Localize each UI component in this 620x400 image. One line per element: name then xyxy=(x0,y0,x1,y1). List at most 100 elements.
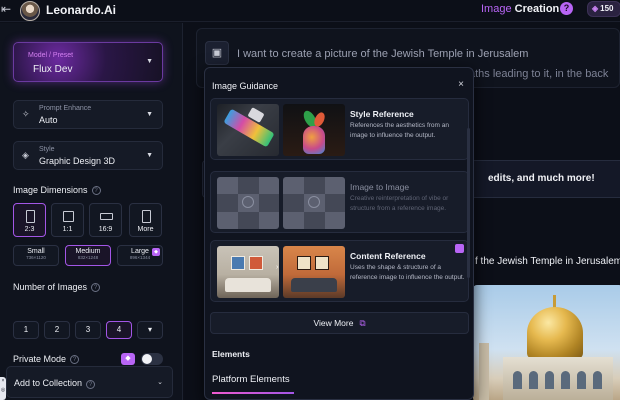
quality-name: Small xyxy=(27,248,45,255)
image-dimensions-heading: Image Dimensions? xyxy=(13,185,101,195)
model-preset-selector[interactable]: Model / Preset Flux Dev ▼ xyxy=(13,42,163,82)
option-title: Image to Image xyxy=(350,182,410,192)
brand-name[interactable]: Leonardo.Ai xyxy=(46,3,116,17)
num-images-more-button[interactable]: ▾ xyxy=(137,321,163,339)
dimension-label: 1:1 xyxy=(62,226,73,233)
option-description: References the aesthetics from an image … xyxy=(350,122,449,139)
model-preset-label: Model / Preset xyxy=(28,52,74,59)
prompt-enhance-selector[interactable]: ✧ Prompt Enhance Auto ▼ xyxy=(13,100,163,129)
style-reference-thumb-1 xyxy=(217,104,279,156)
num-images-1[interactable]: 1 xyxy=(13,321,39,339)
elements-heading: Elements xyxy=(212,349,250,359)
mode-title-image: Image xyxy=(481,3,512,15)
help-icon[interactable]: ? xyxy=(91,186,101,195)
disabled-icon xyxy=(242,196,254,208)
add-to-collection[interactable]: Add to Collection? ⌄ xyxy=(6,366,173,398)
quality-size: 832×1248 xyxy=(77,255,99,260)
chevron-down-icon: ▼ xyxy=(146,58,153,65)
style-icon: ◈ xyxy=(22,150,29,160)
back-icon[interactable]: ⇤ xyxy=(1,2,11,16)
model-preset-value: Flux Dev xyxy=(33,64,73,75)
quality-large[interactable]: Large 896×1344 ◆ xyxy=(117,245,163,266)
popup-scrollbar[interactable] xyxy=(467,128,470,278)
help-icon[interactable]: ? xyxy=(86,380,96,389)
dimension-label: 2:3 xyxy=(24,226,35,233)
help-icon[interactable]: ? xyxy=(70,355,80,364)
mode-title: Image Creation xyxy=(481,3,559,15)
active-tab-underline xyxy=(212,392,294,394)
mode-title-creation: Creation xyxy=(514,3,560,15)
image-to-image-thumb-1 xyxy=(217,177,279,229)
landscape-icon xyxy=(100,213,113,220)
chevron-down-icon: ▼ xyxy=(146,152,153,159)
generated-image[interactable] xyxy=(473,285,620,400)
portrait-icon xyxy=(26,210,35,223)
external-link-icon: ⧉ xyxy=(359,318,366,328)
dimension-16-9[interactable]: 16:9 xyxy=(89,203,122,237)
portrait-icon xyxy=(142,210,151,223)
side-widget[interactable]: × ◎ xyxy=(0,377,6,400)
token-balance[interactable]: ◈ 150 xyxy=(587,1,620,17)
prompt-text-line-2[interactable]: aths leading to it, in the back xyxy=(469,68,608,80)
content-reference-thumb-2 xyxy=(283,246,345,298)
close-icon[interactable]: × xyxy=(458,79,464,90)
content-reference-option[interactable]: › Content Reference Uses the shape & str… xyxy=(210,240,469,302)
help-icon[interactable]: ? xyxy=(560,2,573,15)
sparkle-icon: ✧ xyxy=(22,109,30,119)
image-to-image-option[interactable]: Image to Image Creative reinterpretation… xyxy=(210,171,469,233)
close-icon[interactable]: × xyxy=(0,377,6,386)
option-description: Creative reinterpretation of vibe or str… xyxy=(350,195,449,212)
prompt-enhance-value: Auto xyxy=(39,115,58,125)
popup-title: Image Guidance xyxy=(212,81,279,91)
avatar[interactable] xyxy=(20,1,40,21)
tab-platform-elements[interactable]: Platform Elements xyxy=(212,374,290,385)
style-value: Graphic Design 3D xyxy=(39,156,116,166)
style-selector[interactable]: ◈ Style Graphic Design 3D ▼ xyxy=(13,141,163,170)
premium-gem-icon xyxy=(455,244,464,253)
sidebar: Model / Preset Flux Dev ▼ ✧ Prompt Enhan… xyxy=(0,23,183,400)
view-more-button[interactable]: View More ⧉ xyxy=(210,312,469,334)
info-icon[interactable]: ◎ xyxy=(0,386,6,395)
tower xyxy=(479,343,489,400)
style-label: Style xyxy=(39,146,55,153)
image-guidance-button[interactable]: ▣ xyxy=(205,41,229,65)
temple-building xyxy=(503,357,613,400)
promo-banner-text: edits, and much more! xyxy=(488,173,595,184)
quality-name: Medium xyxy=(75,248,101,255)
number-of-images-heading: Number of Images? xyxy=(13,282,101,292)
quality-size: 736×1120 xyxy=(26,255,46,260)
option-title: Style Reference xyxy=(350,109,414,119)
image-guidance-popup: Image Guidance × Style Reference Referen… xyxy=(204,67,474,400)
dimension-more[interactable]: More xyxy=(129,203,162,237)
num-images-2[interactable]: 2 xyxy=(44,321,70,339)
private-mode-toggle[interactable] xyxy=(141,353,163,365)
number-of-images-title: Number of Images xyxy=(13,282,88,292)
prompt-enhance-label: Prompt Enhance xyxy=(39,105,92,112)
style-reference-thumb-2 xyxy=(283,104,345,156)
quality-small[interactable]: Small 736×1120 xyxy=(13,245,59,266)
private-mode-heading: Private Mode? xyxy=(13,354,80,364)
dimension-2-3[interactable]: 2:3 xyxy=(13,203,46,237)
content-reference-thumb-1 xyxy=(217,246,279,298)
generation-caption: f the Jewish Temple in Jerusalem xyxy=(475,256,620,267)
chevron-down-icon: ▼ xyxy=(146,111,153,118)
prompt-text-line-1[interactable]: I want to create a picture of the Jewish… xyxy=(237,48,528,60)
private-mode-label: Private Mode xyxy=(13,354,67,364)
option-title: Content Reference xyxy=(350,251,426,261)
num-images-3[interactable]: 3 xyxy=(75,321,101,339)
help-icon[interactable]: ? xyxy=(91,283,101,292)
toggle-knob xyxy=(142,354,152,364)
token-count: 150 xyxy=(600,4,614,13)
num-images-4[interactable]: 4 xyxy=(106,321,132,339)
image-to-image-thumb-2 xyxy=(283,177,345,229)
dimension-1-1[interactable]: 1:1 xyxy=(51,203,84,237)
premium-gem-icon: ◆ xyxy=(121,353,135,365)
quality-medium[interactable]: Medium 832×1248 xyxy=(65,245,111,266)
arrow-right-icon: › xyxy=(276,264,279,271)
style-reference-option[interactable]: Style Reference References the aesthetic… xyxy=(210,98,469,160)
premium-gem-icon: ◆ xyxy=(152,248,160,256)
dimension-label: More xyxy=(137,226,154,233)
chevron-down-icon: ⌄ xyxy=(157,379,163,386)
golden-dome xyxy=(527,307,583,359)
token-icon: ◈ xyxy=(592,4,599,13)
